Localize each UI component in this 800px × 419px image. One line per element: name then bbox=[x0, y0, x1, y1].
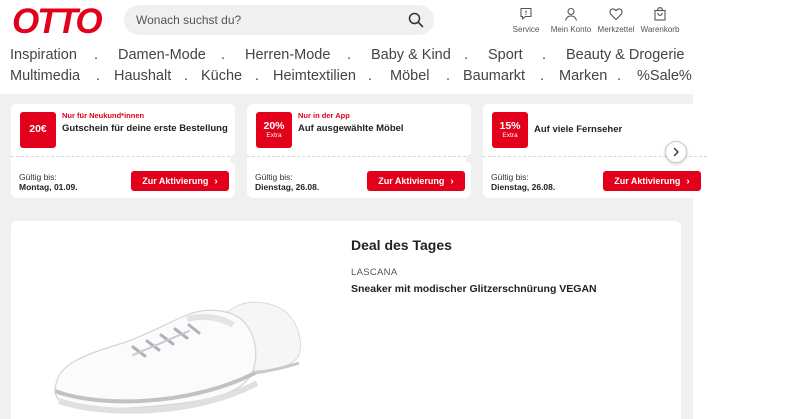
product-brand: LASCANA bbox=[351, 267, 398, 278]
separator-dot: . bbox=[617, 68, 622, 84]
coupon-badge-value: 15% bbox=[499, 120, 521, 132]
separator-dot: . bbox=[540, 68, 545, 84]
coupon-divider bbox=[11, 156, 235, 157]
service-link[interactable]: Service bbox=[501, 7, 551, 34]
service-label: Service bbox=[512, 25, 540, 34]
category-damen-mode[interactable]: Damen-Mode bbox=[118, 47, 206, 63]
chevron-right-icon: › bbox=[686, 175, 690, 187]
coupon-badge-sub: Extra bbox=[266, 132, 282, 139]
otto-logo[interactable]: OTTO bbox=[12, 2, 102, 38]
activate-button-label: Zur Aktivierung bbox=[378, 176, 445, 186]
chevron-right-icon: › bbox=[450, 175, 454, 187]
category-haushalt[interactable]: Haushalt bbox=[114, 68, 171, 84]
category-beauty-drogerie[interactable]: Beauty & Drogerie bbox=[566, 47, 684, 63]
category-baby-kind[interactable]: Baby & Kind bbox=[371, 47, 451, 63]
activate-button-label: Zur Aktivierung bbox=[614, 176, 681, 186]
activate-coupon-button[interactable]: Zur Aktivierung › bbox=[603, 171, 701, 191]
separator-dot: . bbox=[184, 68, 189, 84]
category-moebel[interactable]: Möbel bbox=[390, 68, 430, 84]
chevron-right-icon bbox=[673, 147, 679, 157]
category-kueche[interactable]: Küche bbox=[201, 68, 242, 84]
wishlist-label: Merkzettel bbox=[597, 25, 635, 34]
search-bar bbox=[124, 5, 434, 35]
category-baumarkt[interactable]: Baumarkt bbox=[463, 68, 525, 84]
coupon-badge: 20% Extra bbox=[256, 112, 292, 148]
category-heimtextilien[interactable]: Heimtextilien bbox=[273, 68, 356, 84]
search-input[interactable] bbox=[136, 5, 396, 35]
separator-dot: . bbox=[94, 47, 99, 63]
coupon-badge: 15% Extra bbox=[492, 112, 528, 148]
coupon-valid-date: Montag, 01.09. bbox=[19, 182, 78, 192]
sneaker-product-image[interactable] bbox=[37, 271, 317, 419]
category-marken[interactable]: Marken bbox=[559, 68, 607, 84]
coupon-note: Nur in der App bbox=[298, 111, 350, 120]
deal-of-the-day-card[interactable]: Deal des Tages LASCANA Sneaker mit modis… bbox=[11, 221, 681, 419]
coupon-badge-sub: Extra bbox=[502, 132, 518, 139]
coupon-notch bbox=[230, 154, 240, 164]
coupon-badge-value: 20% bbox=[263, 120, 285, 132]
separator-dot: . bbox=[368, 68, 373, 84]
coupon-valid-date: Dienstag, 26.08. bbox=[255, 182, 320, 192]
deal-title: Deal des Tages bbox=[351, 237, 452, 253]
coupon-valid-label: Gültig bis: bbox=[255, 172, 293, 182]
coupon-text: Auf viele Fernseher bbox=[534, 124, 623, 135]
coupon-valid-date: Dienstag, 26.08. bbox=[491, 182, 556, 192]
cart-link[interactable]: Warenkorb bbox=[635, 7, 685, 34]
separator-dot: . bbox=[347, 47, 352, 63]
category-multimedia[interactable]: Multimedia bbox=[10, 68, 80, 84]
product-name[interactable]: Sneaker mit modischer Glitzerschnürung V… bbox=[351, 283, 597, 295]
cart-label: Warenkorb bbox=[640, 25, 680, 34]
coupon-valid-label: Gültig bis: bbox=[19, 172, 57, 182]
separator-dot: . bbox=[542, 47, 547, 63]
coupon-text: Auf ausgewählte Möbel bbox=[298, 123, 404, 134]
header: OTTO Service Mein Konto Merkzettel bbox=[0, 0, 800, 44]
chat-icon bbox=[520, 7, 532, 20]
account-label: Mein Konto bbox=[550, 25, 592, 34]
coupon-text: Gutschein für deine erste Bestellung bbox=[62, 123, 228, 134]
coupon-note: Nur für Neukund*innen bbox=[62, 111, 145, 120]
activate-button-label: Zur Aktivierung bbox=[142, 176, 209, 186]
separator-dot: . bbox=[255, 68, 260, 84]
coupon-notch bbox=[466, 154, 476, 164]
separator-dot: . bbox=[96, 68, 101, 84]
chevron-right-icon: › bbox=[214, 175, 218, 187]
coupon-badge: 20€ bbox=[20, 112, 56, 148]
activate-coupon-button[interactable]: Zur Aktivierung › bbox=[367, 171, 465, 191]
separator-dot: . bbox=[446, 68, 451, 84]
svg-text:OTTO: OTTO bbox=[12, 2, 102, 38]
coupon-divider bbox=[247, 156, 471, 157]
account-link[interactable]: Mein Konto bbox=[546, 7, 596, 34]
cart-icon bbox=[654, 7, 666, 21]
coupon-valid-label: Gültig bis: bbox=[491, 172, 529, 182]
coupon-card: 20% Extra Nur in der App Auf ausgewählte… bbox=[247, 104, 471, 198]
carousel-next-button[interactable] bbox=[665, 141, 687, 163]
separator-dot: . bbox=[464, 47, 469, 63]
category-sale[interactable]: %Sale% bbox=[637, 68, 692, 84]
user-icon bbox=[564, 7, 578, 21]
separator-dot: . bbox=[221, 47, 226, 63]
activate-coupon-button[interactable]: Zur Aktivierung › bbox=[131, 171, 229, 191]
coupon-badge-value: 20€ bbox=[29, 123, 47, 135]
category-inspiration[interactable]: Inspiration bbox=[10, 47, 77, 63]
category-sport[interactable]: Sport bbox=[488, 47, 523, 63]
category-nav-row-2: Multimedia . Haushalt . Küche . Heimtext… bbox=[10, 68, 692, 86]
search-icon[interactable] bbox=[408, 12, 424, 28]
heart-icon bbox=[609, 8, 623, 21]
wishlist-link[interactable]: Merkzettel bbox=[591, 7, 641, 34]
coupon-card: 20€ Nur für Neukund*innen Gutschein für … bbox=[11, 104, 235, 198]
category-herren-mode[interactable]: Herren-Mode bbox=[245, 47, 330, 63]
category-nav-row-1: Inspiration . Damen-Mode . Herren-Mode .… bbox=[10, 47, 690, 65]
